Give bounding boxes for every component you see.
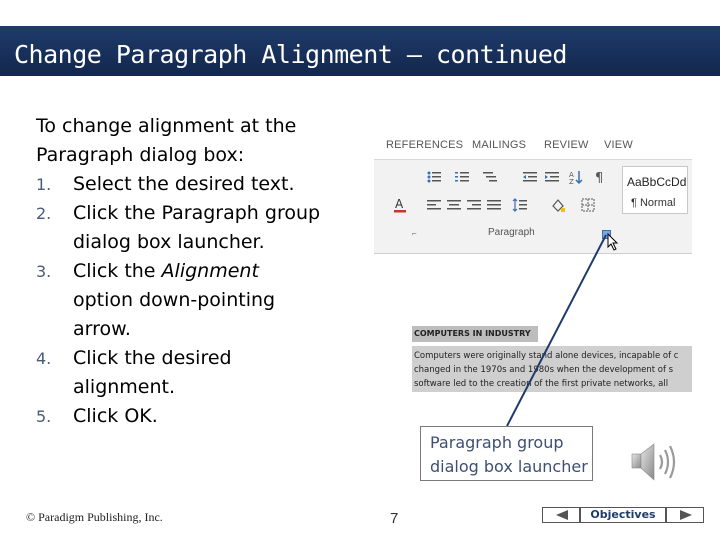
objectives-button[interactable]: Objectives [580, 507, 666, 523]
arrow-right-icon [680, 510, 692, 520]
speaker-icon[interactable] [630, 440, 678, 484]
page-number: 7 [390, 510, 399, 527]
next-slide-button[interactable] [666, 507, 704, 523]
launcher-callout: Paragraph group dialog box launcher [420, 426, 593, 481]
callout-line-1: Paragraph group [430, 433, 564, 452]
callout-line-2: dialog box launcher [430, 457, 588, 476]
copyright-text: © Paradigm Publishing, Inc. [26, 510, 163, 524]
previous-slide-button[interactable] [542, 507, 580, 523]
callout-connector-line [506, 234, 607, 427]
arrow-left-icon [556, 510, 568, 520]
